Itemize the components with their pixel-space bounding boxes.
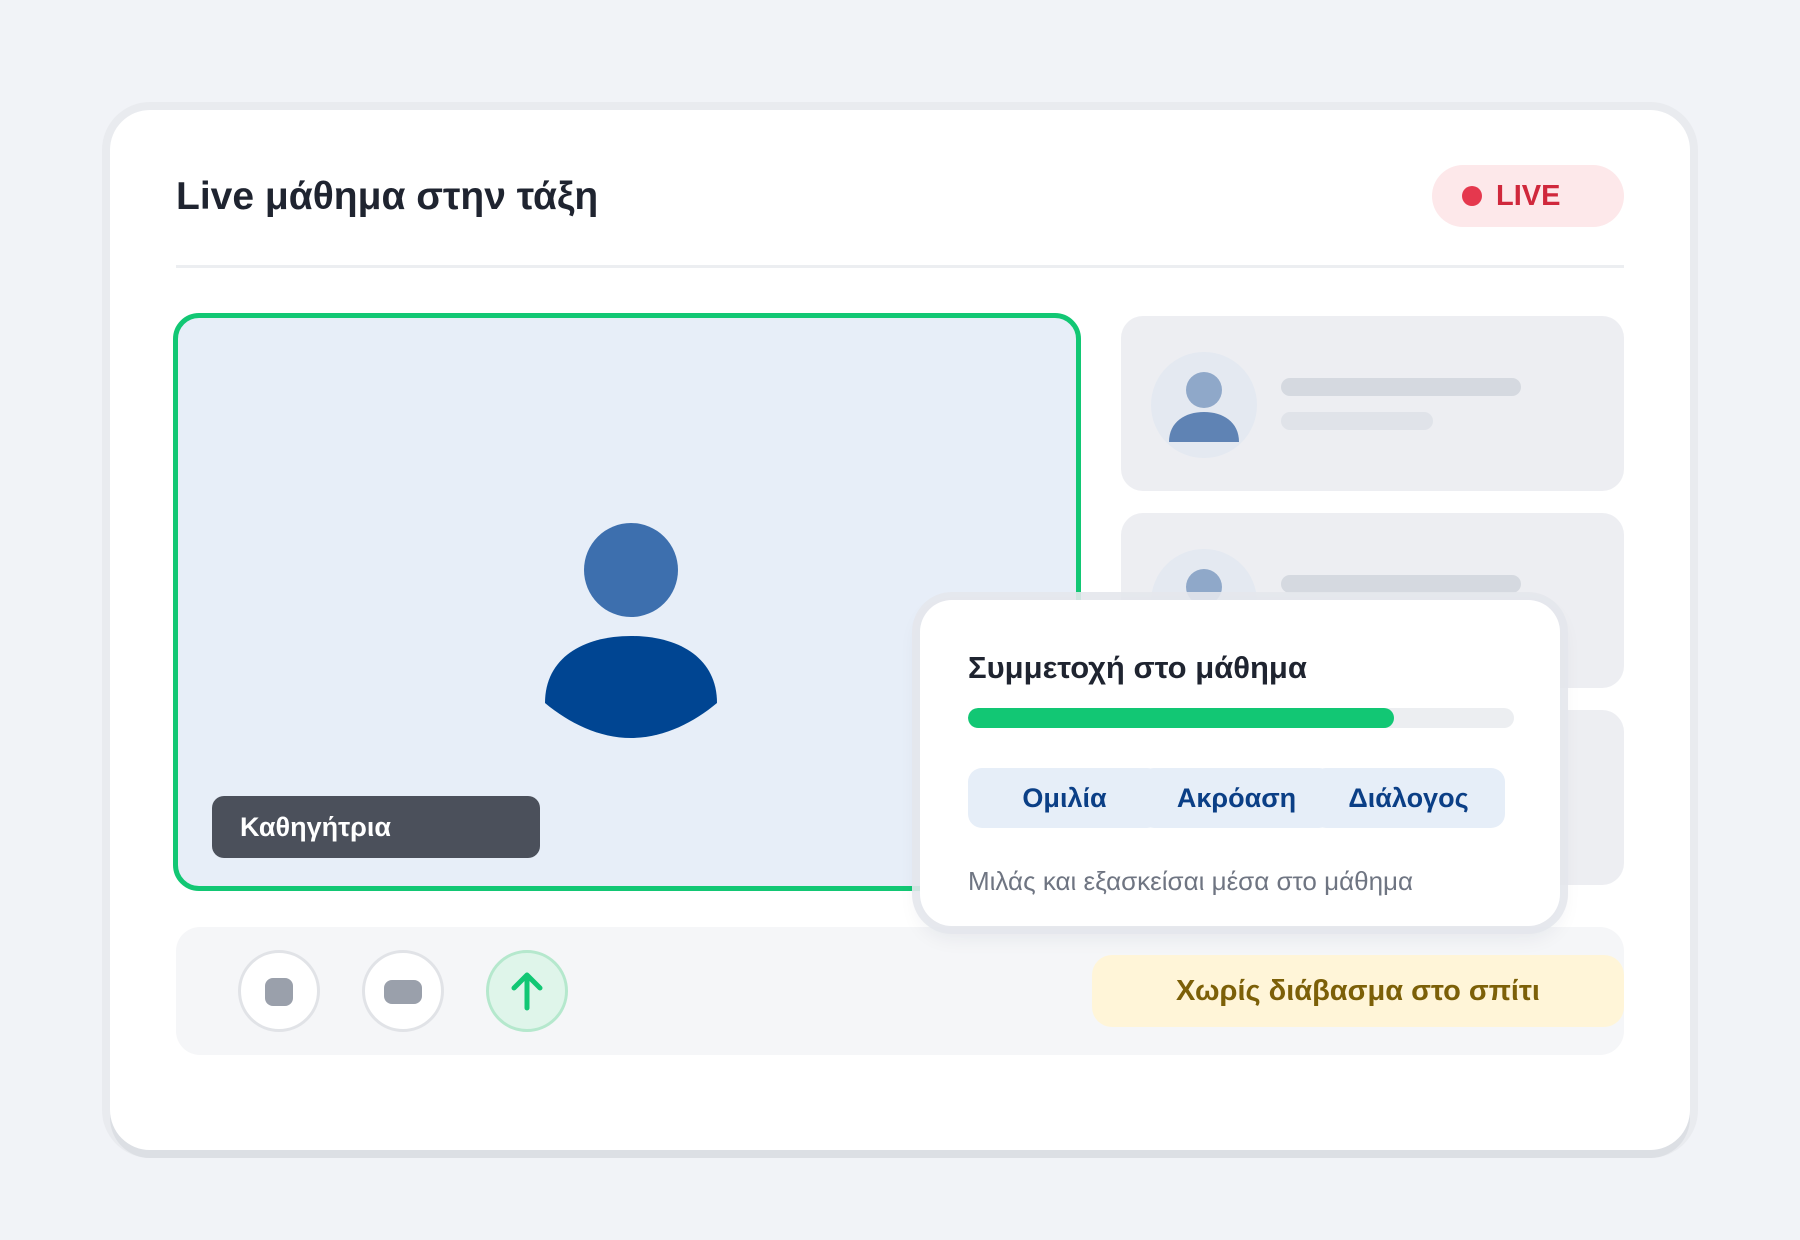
chip-listening[interactable]: Ακρόαση [1140, 768, 1333, 828]
live-dot-icon [1462, 186, 1482, 206]
participation-title: Συμμετοχή στο μάθημα [968, 650, 1307, 685]
chip-dialogue[interactable]: Διάλογος [1312, 768, 1505, 828]
homework-badge: Χωρίς διάβασμα στο σπίτι [1092, 955, 1624, 1027]
mic-icon [265, 978, 293, 1006]
header-divider [176, 265, 1624, 268]
participation-description: Μιλάς και εξασκείσαι μέσα στο μάθημα [968, 866, 1414, 896]
participation-panel: Συμμετοχή στο μάθημα Ομιλία Ακρόαση Διάλ… [920, 600, 1560, 926]
participant-tile[interactable] [1121, 316, 1624, 491]
camera-icon [384, 980, 422, 1004]
participant-name-placeholder [1281, 575, 1521, 593]
teacher-avatar-icon [545, 523, 717, 738]
mic-button[interactable] [238, 950, 320, 1032]
participant-name-placeholder [1281, 378, 1521, 396]
participation-progress-fill [968, 708, 1394, 728]
page-title: Live μάθημα στην τάξη [176, 175, 599, 218]
raise-hand-button[interactable] [486, 950, 568, 1032]
camera-button[interactable] [362, 950, 444, 1032]
chip-speaking[interactable]: Ομιλία [968, 768, 1161, 828]
arrow-up-icon [511, 972, 543, 1011]
speaker-name-label: Καθηγήτρια [212, 796, 540, 858]
participation-progress-bar [968, 708, 1514, 728]
participant-status-placeholder [1281, 412, 1433, 430]
participant-avatar-icon [1151, 352, 1257, 458]
live-badge: LIVE [1432, 165, 1624, 227]
live-label: LIVE [1496, 179, 1561, 212]
control-bar: Χωρίς διάβασμα στο σπίτι [176, 927, 1624, 1055]
